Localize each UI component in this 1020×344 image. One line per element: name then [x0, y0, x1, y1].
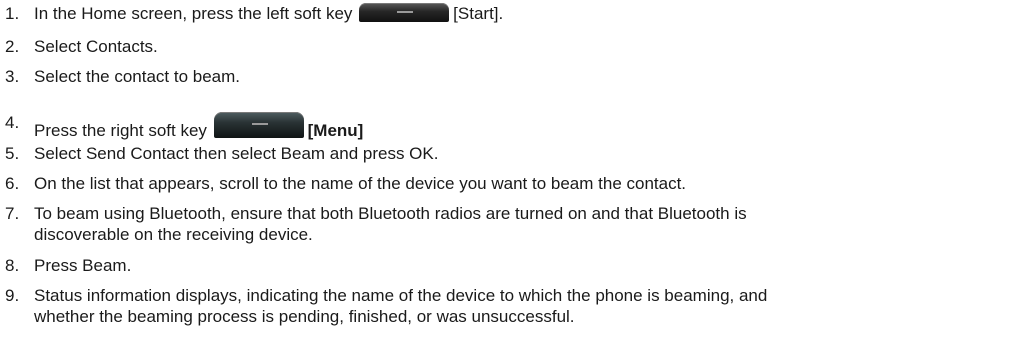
right-soft-key-icon — [213, 112, 304, 138]
step-text: Select Contacts. — [34, 37, 158, 56]
step-number: 7. — [5, 204, 20, 223]
step-text: Select Send Contact then select Beam and… — [34, 144, 439, 163]
step-text-line: Status information displays, indicating … — [34, 286, 768, 305]
step-number: 9. — [5, 286, 20, 305]
step-number: 5. — [5, 144, 20, 163]
step-number: 3. — [5, 67, 20, 86]
step-text-after: [Menu] — [307, 121, 364, 140]
step-text-line: To beam using Bluetooth, ensure that bot… — [34, 204, 747, 223]
left-soft-key-icon — [359, 3, 450, 22]
step-number: 8. — [5, 256, 20, 275]
step-number: 4. — [5, 113, 20, 132]
step-text-line: discoverable on the receiving device. — [34, 225, 313, 244]
step-text: Press Beam. — [34, 256, 132, 275]
step-text-after: [Start]. — [453, 4, 504, 23]
step-text: On the list that appears, scroll to the … — [34, 174, 687, 193]
step-number: 1. — [5, 4, 20, 23]
step-text: Select the contact to beam. — [34, 67, 241, 86]
step-text: Press the right soft key — [34, 121, 207, 140]
step-number: 2. — [5, 37, 20, 56]
step-text-line: whether the beaming process is pending, … — [34, 307, 575, 326]
step-number: 6. — [5, 174, 20, 193]
step-text: In the Home screen, press the left soft … — [34, 4, 353, 23]
